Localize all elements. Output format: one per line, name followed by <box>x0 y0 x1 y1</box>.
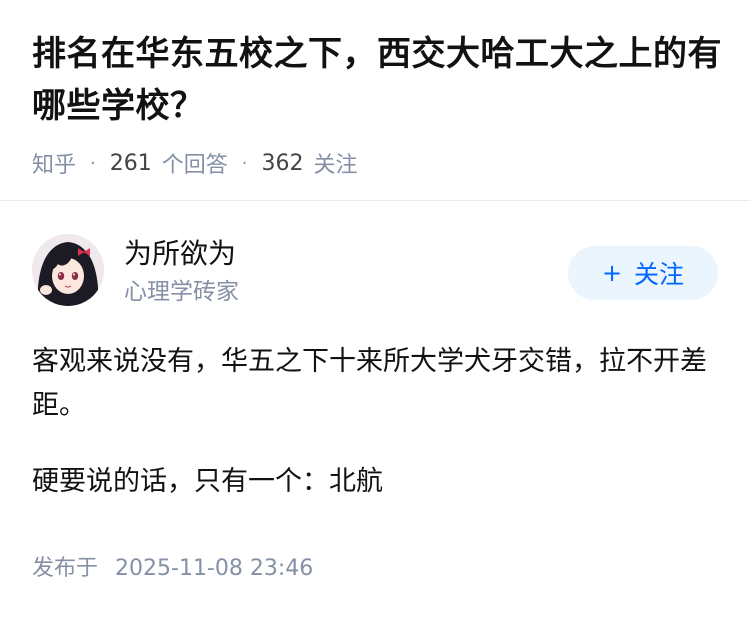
plus-icon: + <box>601 259 623 287</box>
author-card: 为所欲为 心理学砖家 + 关注 <box>32 234 718 314</box>
publish-info: 发布于 2025-11-08 23:46 <box>32 553 313 585</box>
question-header: 排名在华东五校之下，西交大哈工大之上的有哪些学校？ 知乎 · 261 个回答 ·… <box>32 28 732 178</box>
author-bio: 心理学砖家 <box>124 279 239 305</box>
follower-count-label: 关注 <box>313 153 358 178</box>
publish-label: 发布于 <box>32 556 99 581</box>
source-label[interactable]: 知乎 <box>32 147 76 179</box>
answer-paragraph: 硬要说的话，只有一个：北航 <box>32 466 383 497</box>
author-name[interactable]: 为所欲为 <box>124 234 236 274</box>
publish-time: 2025-11-08 23:46 <box>115 556 314 581</box>
question-meta: 知乎 · 261 个回答 · 362 关注 <box>32 147 732 179</box>
follow-button-label: 关注 <box>634 260 685 289</box>
answer-paragraph: 客观来说没有，华五之下十来所大学犬牙交错，拉不开差距。 <box>32 346 707 421</box>
answer-count: 261 <box>109 150 152 176</box>
section-divider <box>0 200 750 201</box>
follower-count: 362 <box>261 150 304 176</box>
avatar[interactable] <box>32 234 104 306</box>
question-title[interactable]: 排名在华东五校之下，西交大哈工大之上的有哪些学校？ <box>32 28 732 132</box>
avatar-image <box>32 234 104 306</box>
meta-separator: · <box>90 152 96 174</box>
answer-count-label: 个回答 <box>161 153 228 178</box>
meta-separator: · <box>241 152 248 174</box>
answer-content[interactable]: 客观来说没有，华五之下十来所大学犬牙交错，拉不开差距。 硬要说的话，只有一个：北… <box>32 340 722 504</box>
follow-button[interactable]: + 关注 <box>568 246 718 300</box>
